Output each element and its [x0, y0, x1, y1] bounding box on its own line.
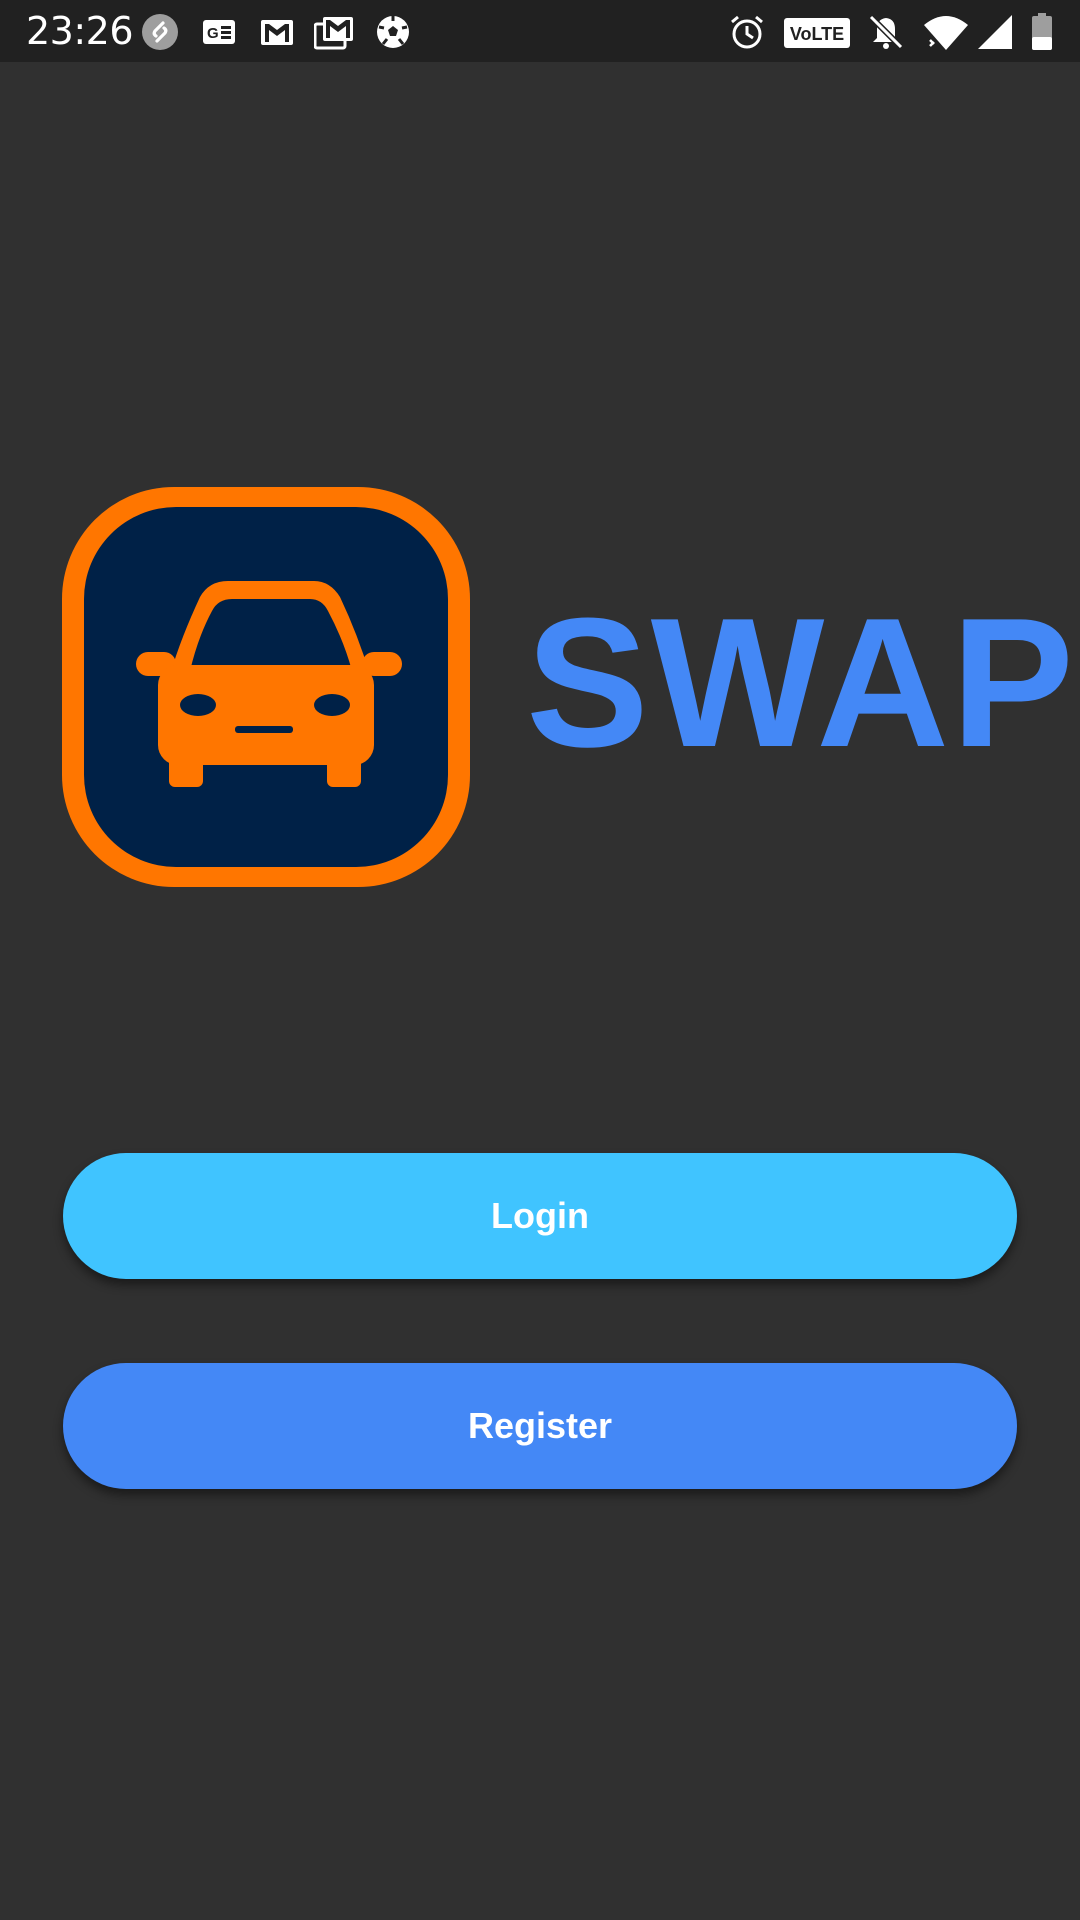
soccer-ball-icon: [374, 13, 412, 51]
alarm-icon: [728, 13, 766, 51]
status-time: 23:26: [26, 9, 134, 53]
login-button[interactable]: Login: [63, 1153, 1017, 1279]
gmail-stack-icon: [314, 13, 356, 51]
volte-icon: VoLTE: [784, 13, 850, 51]
app-title: SWAP: [526, 579, 1076, 785]
register-button[interactable]: Register: [63, 1363, 1017, 1489]
svg-text:VoLTE: VoLTE: [790, 24, 844, 44]
app-logo: [62, 487, 470, 887]
cell-signal-icon: [976, 13, 1014, 51]
svg-text:G: G: [207, 25, 219, 42]
bell-off-icon: [867, 13, 905, 51]
gmail-icon: [258, 13, 296, 51]
status-bar: 23:26 G VoLTE: [0, 0, 1080, 62]
news-icon: G: [200, 13, 238, 51]
battery-icon: [1030, 13, 1054, 51]
wifi-icon: [922, 13, 970, 51]
shazam-icon: [141, 13, 179, 51]
